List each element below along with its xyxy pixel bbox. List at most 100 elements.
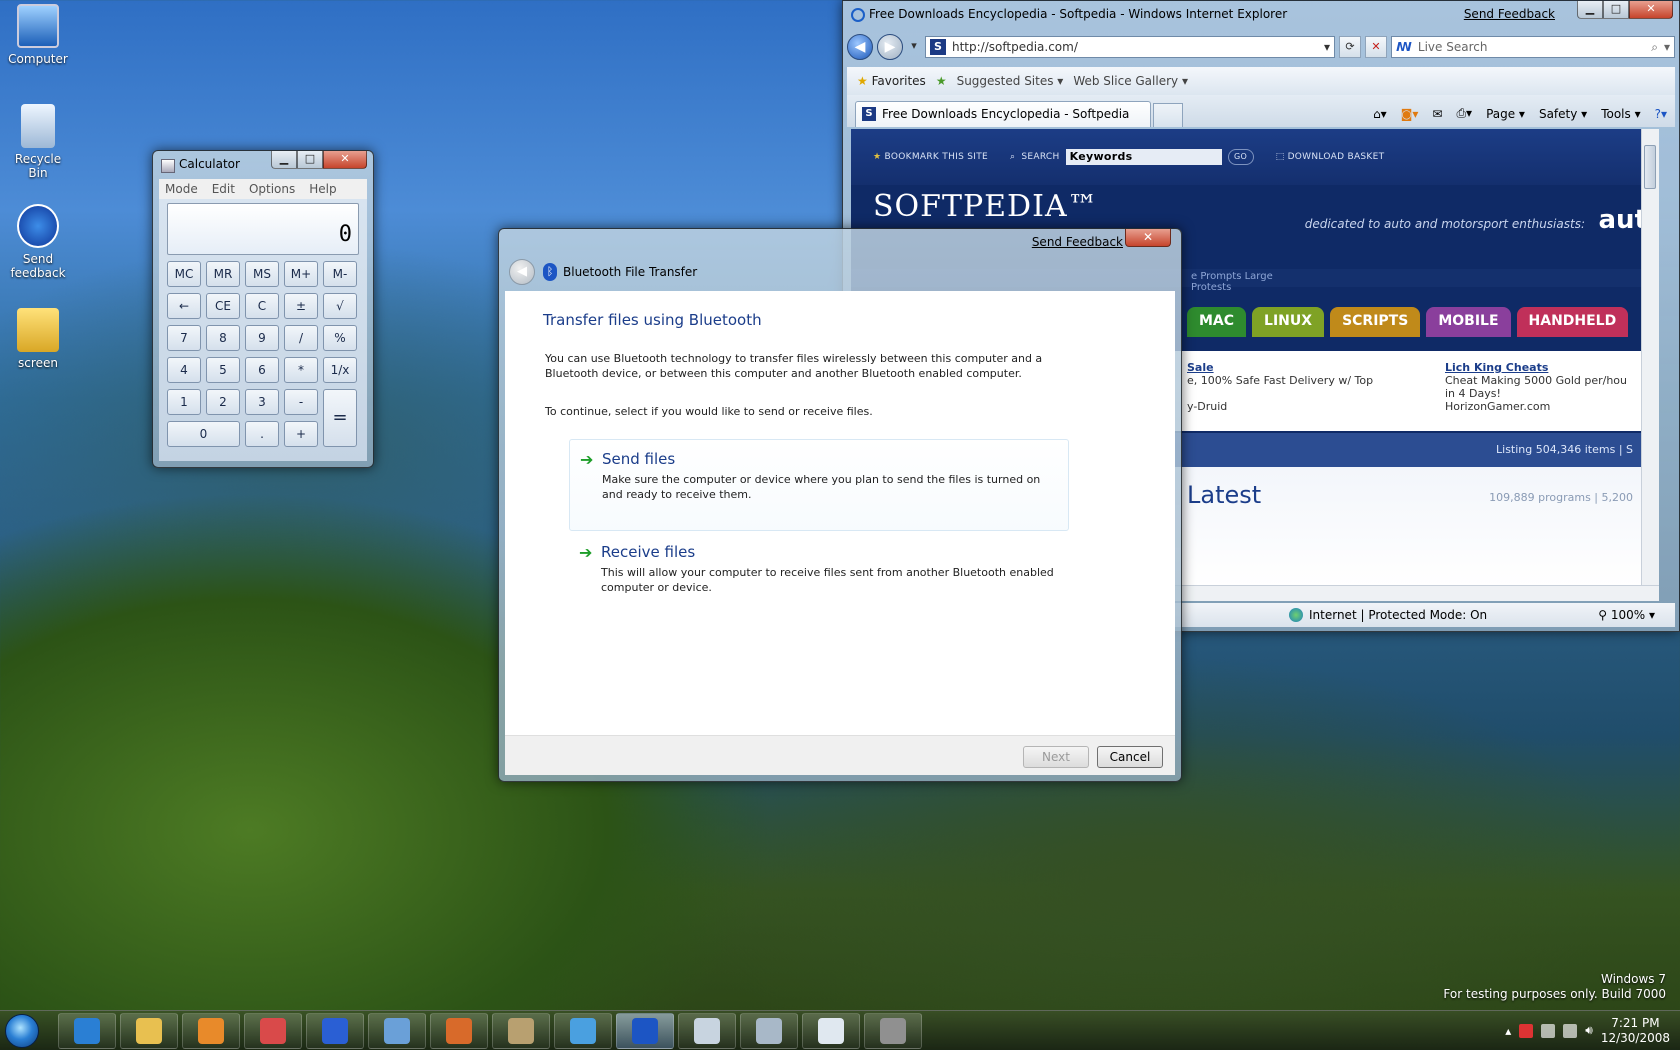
category-tab[interactable]: MAC [1187,307,1247,337]
taskbar-item-paint[interactable] [244,1012,302,1049]
feeds-icon[interactable]: ◙▾ [1401,107,1419,121]
new-tab-button[interactable] [1153,103,1183,127]
refresh-button[interactable]: ⟳ [1339,36,1361,58]
zoom-control[interactable]: ⚲ 100% ▾ [1598,608,1655,622]
clock[interactable]: 7:21 PM 12/30/2008 [1601,1016,1670,1046]
action-center-icon[interactable] [1519,1023,1534,1038]
calc-key[interactable]: MC [167,261,201,287]
calc-key[interactable]: M+ [284,261,318,287]
page-menu[interactable]: Page ▾ [1486,107,1525,121]
taskbar-item-windows-explorer[interactable] [120,1012,178,1049]
bookmark-link[interactable]: ★ BOOKMARK THIS SITE [873,152,988,162]
ad-lich-king[interactable]: Lich King Cheats Cheat Making 5000 Gold … [1445,361,1641,413]
calc-key[interactable]: ± [284,293,318,319]
mail-icon[interactable]: ✉ [1432,107,1442,121]
taskbar-item-tools[interactable] [492,1012,550,1049]
menu-options[interactable]: Options [249,182,295,196]
address-bar[interactable]: S http://softpedia.com/ ▾ [925,36,1335,58]
desktop-icon-computer[interactable]: Computer [4,4,72,66]
maximize-button[interactable]: □ [297,151,323,169]
taskbar-item-gadgets[interactable] [430,1012,488,1049]
taskbar-item-media-player[interactable] [182,1012,240,1049]
send-feedback-link[interactable]: Send Feedback [1464,7,1555,21]
category-tab[interactable]: MOBILE [1426,307,1511,337]
calc-key[interactable]: 5 [206,357,240,383]
calc-key[interactable]: 1 [167,389,201,415]
site-tagline-brand[interactable]: aut [1599,205,1641,235]
vertical-scrollbar[interactable] [1641,129,1659,585]
send-files-option[interactable]: ➔ Send files Make sure the computer or d… [569,439,1069,531]
favorites-button[interactable]: ★ Favorites [857,74,926,88]
calc-key[interactable]: % [323,325,357,351]
minimize-button[interactable]: ▁ [1577,1,1603,19]
maximize-button[interactable]: □ [1603,1,1629,19]
calc-key[interactable]: 3 [245,389,279,415]
calc-key[interactable]: 0 [167,421,240,447]
close-button[interactable]: ✕ [323,151,367,169]
calc-key[interactable]: 6 [245,357,279,383]
network-icon[interactable] [1563,1023,1578,1038]
category-tab[interactable]: HANDHELD [1516,307,1629,337]
close-button[interactable]: ✕ [1629,1,1673,19]
back-button[interactable]: ◀ [509,259,535,285]
calc-key[interactable]: 7 [167,325,201,351]
print-icon[interactable]: ⎙▾ [1456,106,1472,121]
desktop-icon-recycle-bin[interactable]: Recycle Bin [4,104,72,180]
menu-help[interactable]: Help [309,182,336,196]
ad-sale[interactable]: Sale e, 100% Safe Fast Delivery w/ Top y… [1187,361,1373,413]
calc-key[interactable]: 8 [206,325,240,351]
minimize-button[interactable]: ▁ [271,151,297,169]
close-button[interactable]: ✕ [1125,229,1171,247]
scrollbar-thumb[interactable] [1644,145,1656,189]
taskbar-item-bluetooth[interactable] [616,1012,674,1049]
desktop-icon-screen[interactable]: screen [4,308,72,370]
taskbar-item-network[interactable] [740,1012,798,1049]
taskbar-item-messenger[interactable] [554,1012,612,1049]
calc-key[interactable]: * [284,357,318,383]
safety-menu[interactable]: Safety ▾ [1539,107,1587,121]
calc-key[interactable]: . [245,421,279,447]
back-button[interactable]: ◀ [847,34,873,60]
menu-mode[interactable]: Mode [165,182,198,196]
tools-menu[interactable]: Tools ▾ [1601,107,1640,121]
power-icon[interactable] [1541,1023,1556,1038]
address-dropdown-icon[interactable]: ▾ [1324,40,1330,54]
start-button[interactable] [0,1011,44,1050]
calc-key[interactable]: C [245,293,279,319]
calc-key[interactable]: ← [167,293,201,319]
search-icon[interactable]: ⌕ [1651,40,1658,55]
stop-button[interactable]: ✕ [1365,36,1387,58]
add-favorites-icon[interactable]: ★ [936,74,947,88]
menu-edit[interactable]: Edit [212,182,235,196]
taskbar-item-help[interactable] [306,1012,364,1049]
taskbar-item-sound-recorder[interactable] [864,1012,922,1049]
taskbar-item-calculator[interactable] [678,1012,736,1049]
search-box[interactable]: ꟿ Live Search ⌕ ▾ [1391,36,1675,58]
calc-key[interactable]: √ [323,293,357,319]
calc-key[interactable]: CE [206,293,240,319]
history-dropdown-icon[interactable]: ▾ [907,36,921,58]
tab-softpedia[interactable]: S Free Downloads Encyclopedia - Softpedi… [855,101,1151,127]
calc-key[interactable]: 1/x [323,357,357,383]
receive-files-option[interactable]: ➔ Receive files This will allow your com… [569,533,1069,625]
calc-key[interactable]: 2 [206,389,240,415]
taskbar-item-wordpad[interactable] [368,1012,426,1049]
show-hidden-icons-icon[interactable]: ▴ [1505,1024,1511,1038]
category-tab[interactable]: SCRIPTS [1330,307,1421,337]
calc-key[interactable]: + [284,421,318,447]
next-button[interactable]: Next [1023,746,1089,768]
calc-key[interactable]: MS [245,261,279,287]
volume-icon[interactable]: 🔊︎ [1585,1023,1593,1038]
search-dropdown-icon[interactable]: ▾ [1664,40,1670,54]
softpedia-logo[interactable]: SOFTPEDIA™ [873,189,1099,224]
web-slice-gallery-link[interactable]: Web Slice Gallery ▾ [1073,74,1188,88]
category-tab[interactable]: LINUX [1252,307,1325,337]
suggested-sites-link[interactable]: Suggested Sites ▾ [957,74,1064,88]
calc-key[interactable]: - [284,389,318,415]
go-button[interactable]: GO [1227,149,1254,165]
security-zone[interactable]: Internet | Protected Mode: On [1289,608,1487,622]
home-icon[interactable]: ⌂▾ [1373,107,1387,121]
calc-key[interactable]: / [284,325,318,351]
calc-key[interactable]: M- [323,261,357,287]
taskbar-item-notepad[interactable] [802,1012,860,1049]
